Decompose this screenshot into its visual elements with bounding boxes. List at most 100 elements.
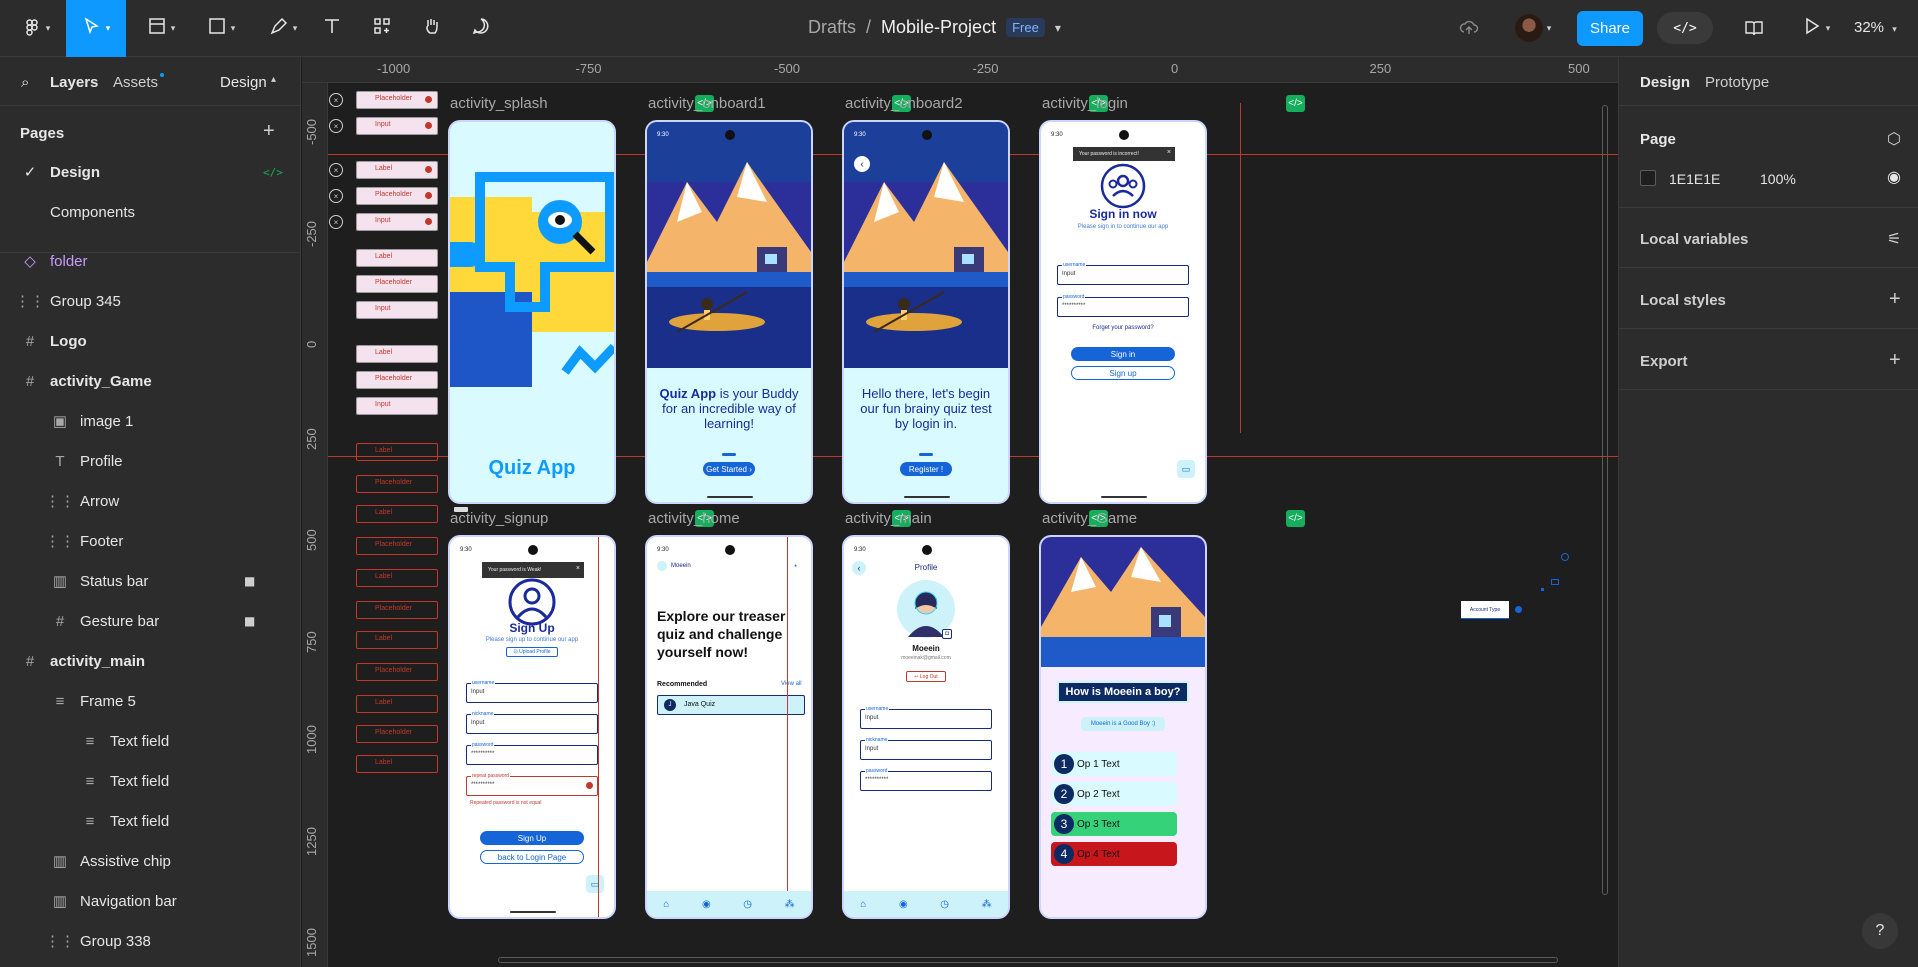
vertical-scrollbar[interactable] bbox=[1602, 105, 1608, 895]
dev-mode-icon[interactable]: </> bbox=[1286, 510, 1305, 527]
username-field[interactable]: username Input bbox=[1057, 262, 1189, 285]
project-name[interactable]: Mobile-Project bbox=[881, 17, 996, 38]
help-button[interactable]: ? bbox=[1862, 913, 1898, 949]
sign-up-button[interactable]: Sign up bbox=[1071, 366, 1175, 380]
layer-item[interactable]: ▥ Assistive chip bbox=[0, 841, 300, 881]
close-icon[interactable]: × bbox=[329, 93, 343, 107]
layer-item[interactable]: ≡ Text field bbox=[0, 801, 300, 841]
radio-dot[interactable] bbox=[1515, 606, 1522, 613]
library-icon[interactable] bbox=[1740, 12, 1768, 44]
logout-button[interactable]: ↩ Log Out bbox=[906, 671, 946, 682]
home-icon[interactable]: ⌂ bbox=[860, 899, 866, 910]
profile-icon[interactable]: ◉ bbox=[899, 899, 908, 910]
frame-label[interactable]: activity_login bbox=[1042, 95, 1128, 112]
layer-item[interactable]: T Profile bbox=[0, 441, 300, 481]
close-icon[interactable]: × bbox=[329, 215, 343, 229]
mini-text-field-error[interactable]: Label bbox=[356, 569, 438, 587]
add-style-icon[interactable]: + bbox=[1889, 288, 1901, 311]
frame-label[interactable]: activity_main bbox=[845, 510, 932, 527]
components-tool-button[interactable] bbox=[368, 12, 396, 44]
style-icon[interactable]: ⬡ bbox=[1887, 129, 1901, 149]
mini-text-field[interactable]: Input bbox=[356, 213, 438, 231]
layer-item[interactable]: ▥ Status bar ■ bbox=[0, 561, 300, 601]
hand-tool-button[interactable] bbox=[418, 12, 446, 44]
frame-activity-login[interactable]: 9:30 Your password is incorrect! × Sign i… bbox=[1039, 120, 1207, 504]
add-page-icon[interactable]: + bbox=[263, 120, 275, 143]
quiz-card[interactable]: J Java Quiz bbox=[657, 695, 805, 715]
mini-text-field-error[interactable]: Label bbox=[356, 631, 438, 649]
bg-opacity[interactable]: 100% bbox=[1760, 171, 1796, 187]
avatar-button[interactable]: ▾ bbox=[1505, 12, 1561, 44]
frame-label[interactable]: activity_splash bbox=[450, 95, 548, 112]
lock-icon[interactable]: ■ bbox=[244, 614, 255, 628]
layer-item[interactable]: ▣ image 1 bbox=[0, 401, 300, 441]
answer-option[interactable]: 1 Op 1 Text bbox=[1051, 752, 1177, 776]
notification-icon[interactable]: ◔ bbox=[792, 561, 797, 571]
frame-activity-splash[interactable]: Quiz App bbox=[448, 120, 616, 504]
layer-item[interactable]: ◇ folder bbox=[0, 241, 300, 281]
export-title[interactable]: Export bbox=[1640, 353, 1688, 370]
layer-item[interactable]: ≡ Text field bbox=[0, 761, 300, 801]
leaderboard-icon[interactable]: ⁂ bbox=[785, 899, 795, 910]
eye-icon[interactable]: ◉ bbox=[1887, 167, 1901, 187]
color-swatch[interactable] bbox=[1640, 170, 1656, 186]
lock-icon[interactable]: ■ bbox=[244, 574, 255, 588]
layer-item[interactable]: ▥ Navigation bar bbox=[0, 881, 300, 921]
mini-text-field[interactable]: Input bbox=[356, 397, 438, 415]
sign-up-submit-button[interactable]: Sign Up bbox=[480, 831, 584, 845]
get-started-button[interactable]: Get Started › bbox=[703, 462, 755, 476]
layer-item[interactable]: ≡ Text field bbox=[0, 721, 300, 761]
figma-menu-icon[interactable]: ▾ bbox=[18, 12, 54, 44]
frame-tool-button[interactable]: ▾ bbox=[140, 12, 182, 44]
home-icon[interactable]: ⌂ bbox=[663, 899, 669, 910]
dev-mode-toggle[interactable]: </> bbox=[1657, 12, 1713, 44]
shape-tool-button[interactable]: ▾ bbox=[200, 12, 242, 44]
history-icon[interactable]: ◷ bbox=[940, 899, 949, 910]
layer-item[interactable]: ≡ Frame 5 bbox=[0, 681, 300, 721]
forgot-password-link[interactable]: Forget your password? bbox=[1041, 325, 1205, 331]
layer-item[interactable]: # Logo bbox=[0, 321, 300, 361]
username-field[interactable]: username Input bbox=[860, 706, 992, 729]
layer-item[interactable]: ⋮⋮ Arrow bbox=[0, 481, 300, 521]
share-button[interactable]: Share bbox=[1577, 11, 1643, 46]
search-icon[interactable]: ⌕ bbox=[21, 74, 29, 91]
layer-item[interactable]: # Gesture bar ■ bbox=[0, 601, 300, 641]
mini-text-field-error[interactable]: Placeholder bbox=[356, 601, 438, 619]
canvas[interactable]: × Label × Placeholder × Input × Label × Placehold… bbox=[328, 83, 1618, 967]
chat-icon[interactable]: ▭ bbox=[586, 875, 604, 893]
zoom-dropdown[interactable]: 32% ▾ bbox=[1854, 19, 1897, 36]
history-icon[interactable]: ◷ bbox=[743, 899, 752, 910]
upload-profile-button[interactable]: ⊡ Upload Profile bbox=[506, 647, 558, 657]
page-item[interactable]: ✓ </> Design bbox=[0, 152, 300, 192]
password-field[interactable]: password ********** bbox=[1057, 294, 1189, 317]
mini-text-field-error[interactable]: Placeholder bbox=[356, 725, 438, 743]
design-dropdown[interactable]: Design bbox=[220, 74, 267, 91]
password-field[interactable]: password ********** bbox=[466, 742, 598, 765]
repeat-password-field[interactable]: repeat password ********** bbox=[466, 773, 598, 796]
mini-text-field-error[interactable]: Label bbox=[356, 443, 438, 461]
layer-item[interactable]: ⋮⋮ Group 345 bbox=[0, 281, 300, 321]
move-tool-button[interactable]: ▾ bbox=[66, 0, 126, 57]
comment-tool-button[interactable] bbox=[467, 12, 495, 44]
register-button[interactable]: Register ! bbox=[900, 462, 952, 476]
frame-activity-signup[interactable]: 9:30 Your password is Weak! × Sign Up Ple… bbox=[448, 535, 616, 919]
account-type-chip[interactable]: Account Type bbox=[1461, 601, 1509, 619]
mini-text-field[interactable]: Placeholder bbox=[356, 187, 438, 205]
view-all-link[interactable]: View all bbox=[781, 681, 802, 687]
mini-text-field[interactable]: Label bbox=[356, 161, 438, 179]
frame-activity-onboard1[interactable]: 9:30 Quiz App is your Buddy for an incre… bbox=[645, 120, 813, 504]
pen-tool-button[interactable]: ▾ bbox=[262, 12, 304, 44]
bottom-navigation[interactable]: ⌂ ◉ ◷ ⁂ bbox=[844, 891, 1008, 917]
camera-icon[interactable]: ◘ bbox=[942, 629, 952, 639]
tab-prototype[interactable]: Prototype bbox=[1705, 74, 1769, 91]
mini-text-field-error[interactable]: Label bbox=[356, 505, 438, 523]
guide-line[interactable] bbox=[1240, 103, 1241, 433]
frame-label[interactable]: activity_onboard2 bbox=[845, 95, 963, 112]
frame-activity-game[interactable]: How is Moeein a boy? Moeein is a Good Bo… bbox=[1039, 535, 1207, 919]
sliders-icon[interactable]: ⚟ bbox=[1887, 229, 1901, 249]
local-styles-title[interactable]: Local styles bbox=[1640, 292, 1726, 309]
back-arrow-icon[interactable]: ‹ bbox=[854, 156, 870, 172]
layer-item[interactable]: ⋮⋮ Group 338 bbox=[0, 921, 300, 961]
frame-label[interactable]: activity_Game bbox=[1042, 510, 1137, 527]
page-item[interactable]: Components bbox=[0, 192, 300, 232]
